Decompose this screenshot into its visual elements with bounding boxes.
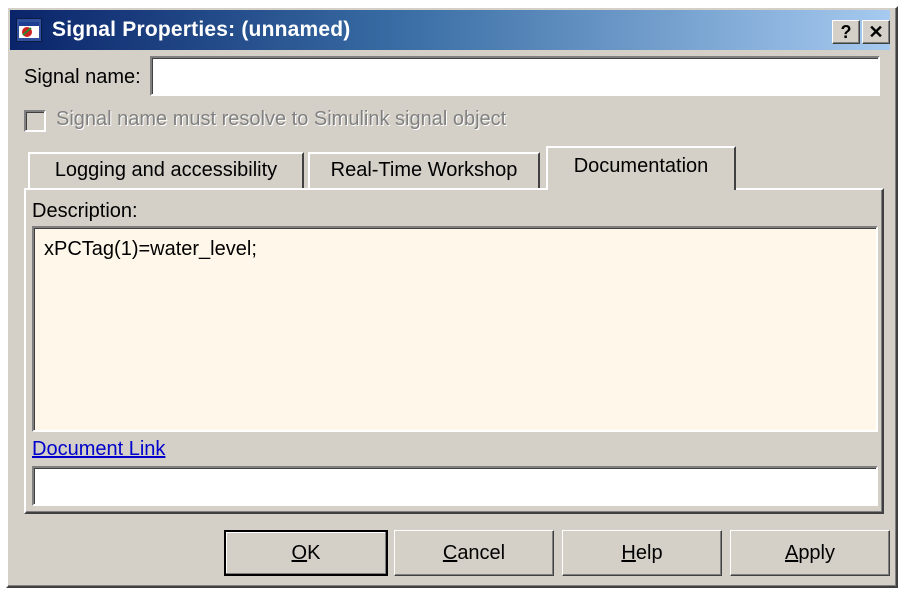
apply-mnemonic: A bbox=[784, 542, 799, 564]
ok-button[interactable]: OK bbox=[224, 530, 388, 576]
title-bar[interactable]: Signal Properties: (unnamed) ? ✕ bbox=[10, 10, 890, 50]
question-mark-icon: ? bbox=[840, 22, 852, 42]
close-icon: ✕ bbox=[868, 22, 884, 42]
signal-name-label: Signal name: bbox=[24, 66, 141, 88]
apply-label-rest: pply bbox=[798, 542, 836, 564]
help-label-rest: elp bbox=[635, 542, 663, 564]
ok-label-rest: K bbox=[307, 542, 321, 564]
apply-button[interactable]: Apply bbox=[730, 530, 890, 576]
document-link-input[interactable] bbox=[32, 466, 878, 506]
cancel-mnemonic: C bbox=[442, 542, 458, 564]
ok-mnemonic: O bbox=[291, 542, 308, 564]
description-textarea[interactable]: xPCTag(1)=water_level; bbox=[32, 226, 878, 432]
document-link[interactable]: Document Link bbox=[32, 438, 165, 461]
cancel-button[interactable]: Cancel bbox=[394, 530, 554, 576]
help-mnemonic: H bbox=[621, 542, 636, 564]
simulink-app-icon bbox=[16, 18, 42, 42]
close-button[interactable]: ✕ bbox=[862, 20, 890, 44]
signal-name-input[interactable] bbox=[150, 56, 880, 96]
tab-real-time-workshop[interactable]: Real-Time Workshop bbox=[308, 152, 540, 188]
cancel-label-rest: ancel bbox=[457, 542, 506, 564]
tab-label: Logging and accessibility bbox=[54, 159, 278, 181]
tab-label: Real-Time Workshop bbox=[330, 159, 518, 181]
tab-label: Documentation bbox=[573, 155, 709, 177]
tab-logging-and-accessibility[interactable]: Logging and accessibility bbox=[28, 152, 304, 188]
resolve-signal-object-checkbox[interactable] bbox=[24, 110, 46, 132]
context-help-button[interactable]: ? bbox=[832, 20, 860, 44]
tab-documentation[interactable]: Documentation bbox=[546, 146, 736, 190]
window-title: Signal Properties: (unnamed) bbox=[52, 18, 351, 41]
resolve-signal-object-label: Signal name must resolve to Simulink sig… bbox=[56, 108, 507, 130]
help-button[interactable]: Help bbox=[562, 530, 722, 576]
description-label: Description: bbox=[32, 200, 138, 222]
